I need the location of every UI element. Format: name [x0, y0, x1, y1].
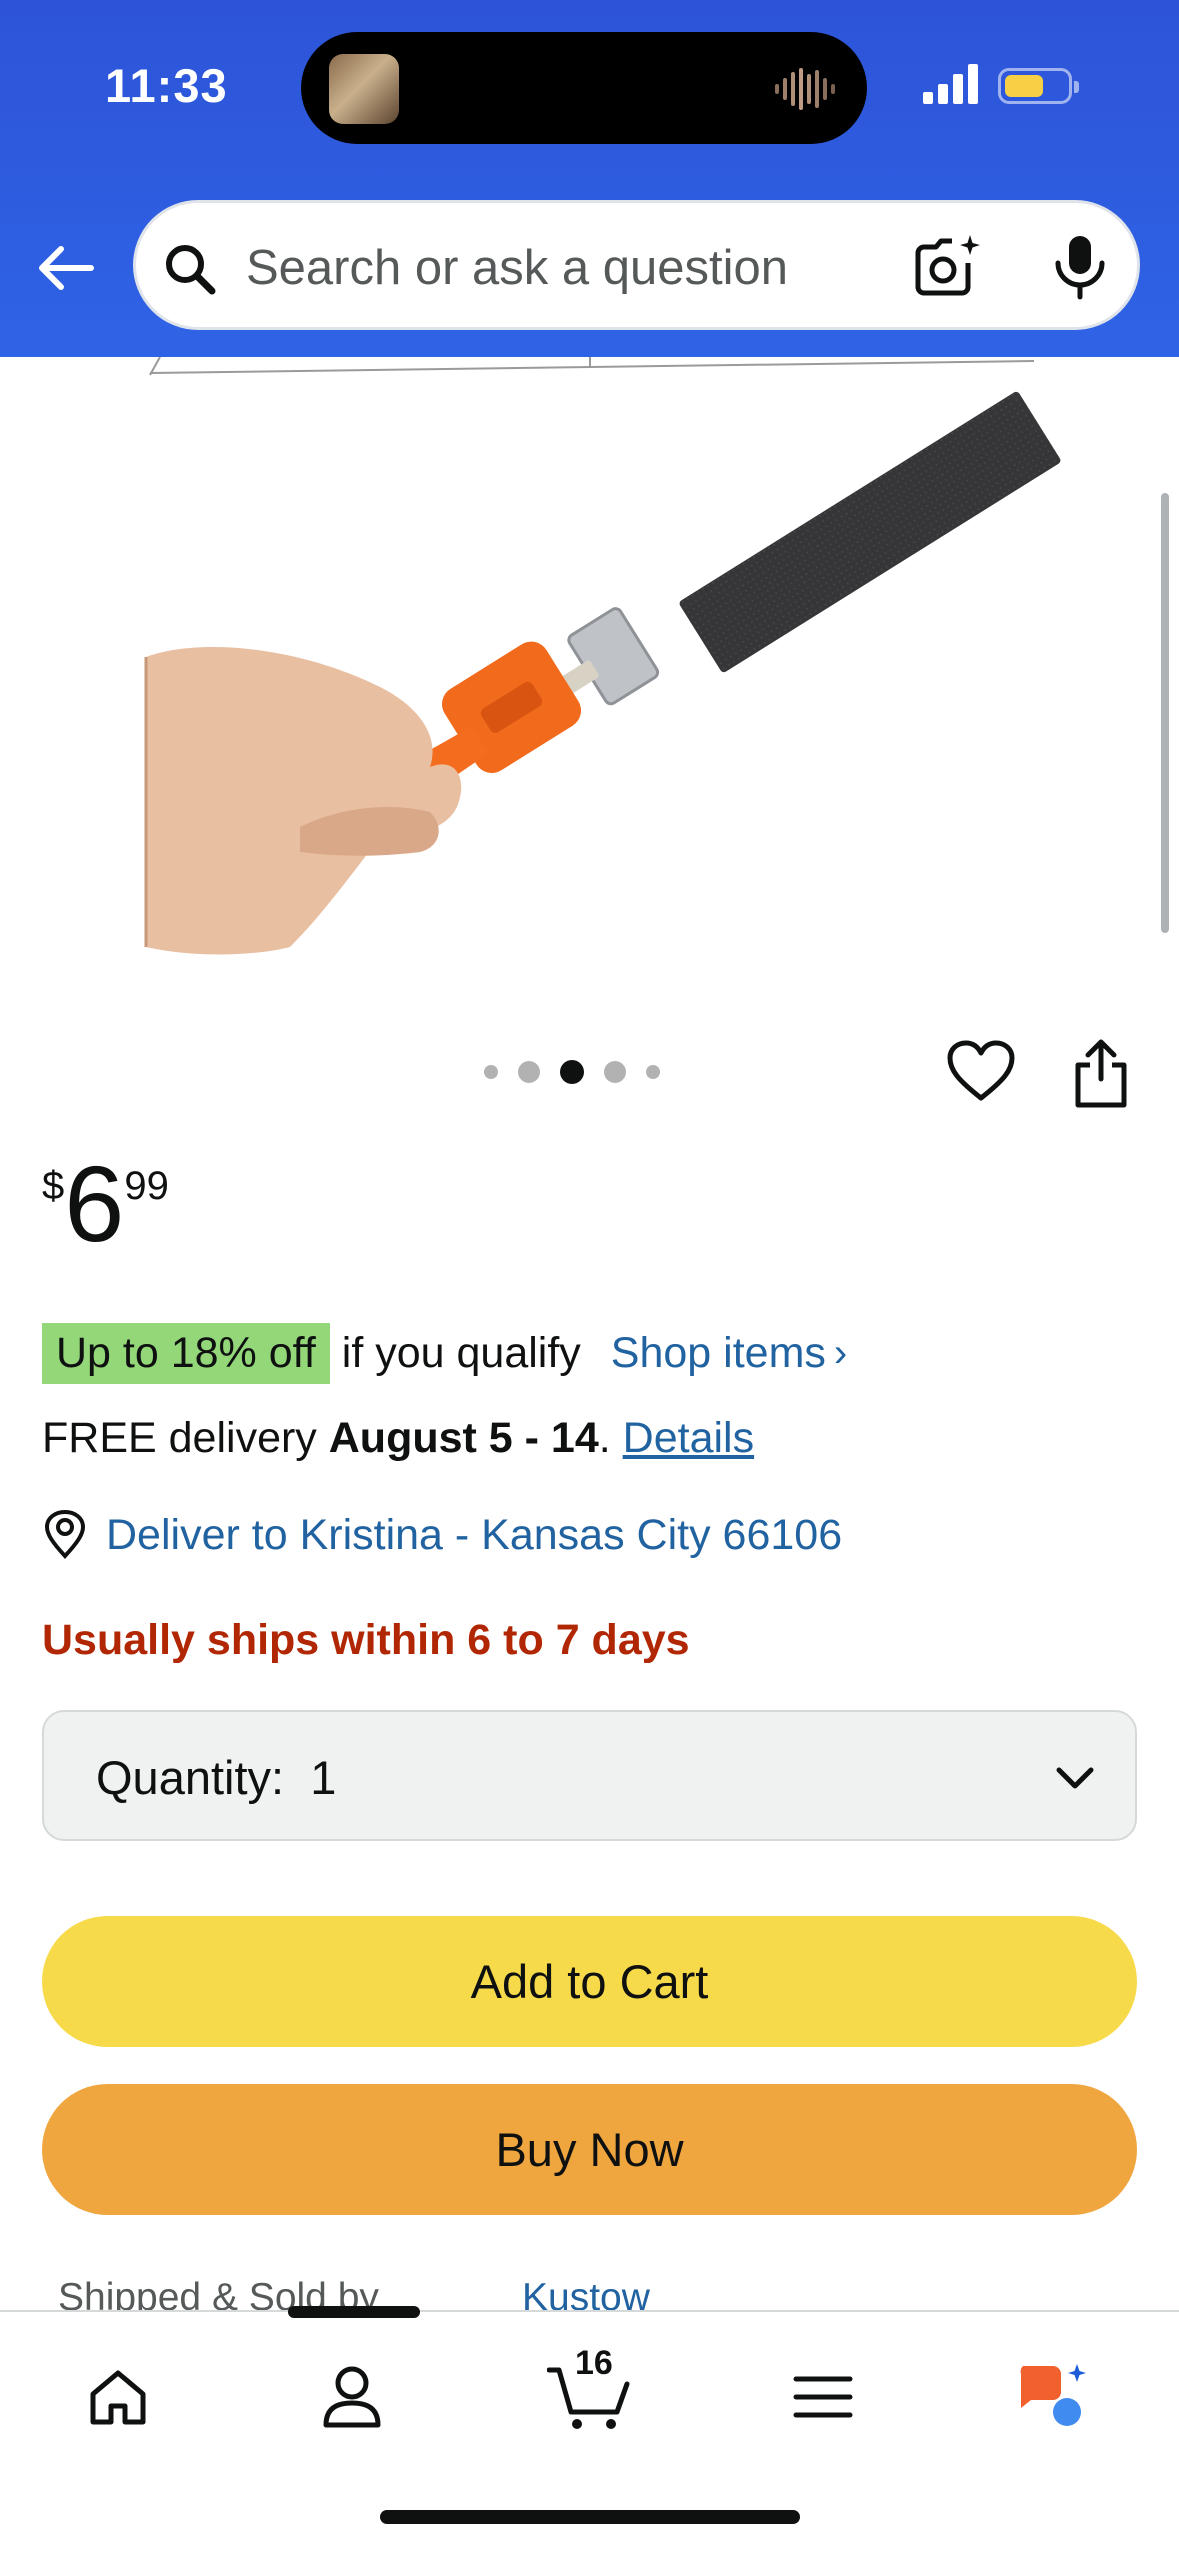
nav-home[interactable]: [73, 2352, 163, 2442]
delivery-suffix: .: [598, 1414, 611, 1462]
chevron-right-icon: ›: [833, 1331, 848, 1375]
location-pin-icon: [44, 1510, 86, 1559]
quantity-selector[interactable]: Quantity: 1: [42, 1710, 1137, 1841]
carousel-dot[interactable]: [604, 1061, 626, 1083]
search-icon: [166, 245, 216, 295]
promo-qualifier: if you qualify: [341, 1329, 581, 1377]
cart-count-badge: 16: [575, 2344, 613, 2382]
account-icon: [323, 2366, 381, 2428]
search-input[interactable]: [246, 233, 846, 303]
share-icon[interactable]: [1072, 1037, 1130, 1109]
cellular-signal-icon: [923, 64, 978, 104]
now-playing-artwork: [329, 54, 399, 124]
deliver-to-location[interactable]: Deliver to Kristina - Kansas City 66106: [42, 1510, 842, 1560]
active-tab-indicator: [288, 2306, 420, 2318]
add-to-cart-button[interactable]: Add to Cart: [42, 1916, 1137, 2047]
status-time: 11:33: [105, 59, 228, 112]
nav-account[interactable]: [307, 2352, 397, 2442]
image-carousel-dots[interactable]: [484, 1060, 660, 1084]
dynamic-island: [301, 32, 867, 144]
image-scrollbar[interactable]: [1161, 493, 1169, 933]
delivery-prefix: FREE delivery: [42, 1414, 317, 1462]
menu-icon: [793, 2376, 853, 2418]
product-price: $ 6 99: [42, 1150, 169, 1258]
home-icon: [90, 2370, 146, 2425]
price-whole: 6: [64, 1143, 125, 1264]
nav-menu[interactable]: [778, 2352, 868, 2442]
home-indicator[interactable]: [380, 2510, 800, 2524]
shipping-note: Usually ships within 6 to 7 days: [42, 1616, 690, 1664]
price-fraction: 99: [124, 1164, 169, 1208]
delivery-details-link[interactable]: Details: [623, 1414, 754, 1462]
quantity-value: 1: [310, 1751, 337, 1804]
shop-items-link[interactable]: Shop items ›: [611, 1329, 847, 1378]
carousel-dot[interactable]: [518, 1061, 540, 1083]
deliver-to-label: Deliver to Kristina - Kansas City 66106: [106, 1510, 843, 1559]
delivery-info: FREE delivery August 5 - 14. Details: [42, 1414, 754, 1463]
rufus-icon: [1020, 2364, 1086, 2426]
carousel-dot[interactable]: [646, 1065, 660, 1079]
back-arrow-icon[interactable]: [34, 236, 98, 300]
microphone-icon[interactable]: [1050, 233, 1110, 303]
shop-items-label: Shop items: [610, 1329, 826, 1377]
camera-search-icon[interactable]: [914, 233, 986, 299]
nav-rufus[interactable]: [1010, 2352, 1100, 2442]
price-currency: $: [42, 1164, 65, 1208]
promo-row: Up to 18% off if you qualify Shop items …: [42, 1323, 847, 1384]
product-image[interactable]: [0, 357, 1179, 1017]
quantity-label: Quantity: 1: [96, 1751, 337, 1804]
audio-waveform-icon: [775, 68, 835, 110]
app-header: 11:33: [0, 0, 1179, 357]
buy-now-button[interactable]: Buy Now: [42, 2084, 1137, 2215]
chevron-down-icon: [1056, 1767, 1094, 1789]
heart-icon[interactable]: [946, 1040, 1016, 1104]
battery-icon: [998, 68, 1079, 104]
search-bar[interactable]: [133, 200, 1140, 330]
discount-badge: Up to 18% off: [42, 1323, 330, 1384]
carousel-dot-active[interactable]: [560, 1060, 584, 1084]
delivery-dates: August 5 - 14: [328, 1414, 599, 1462]
carousel-dot[interactable]: [484, 1065, 498, 1079]
